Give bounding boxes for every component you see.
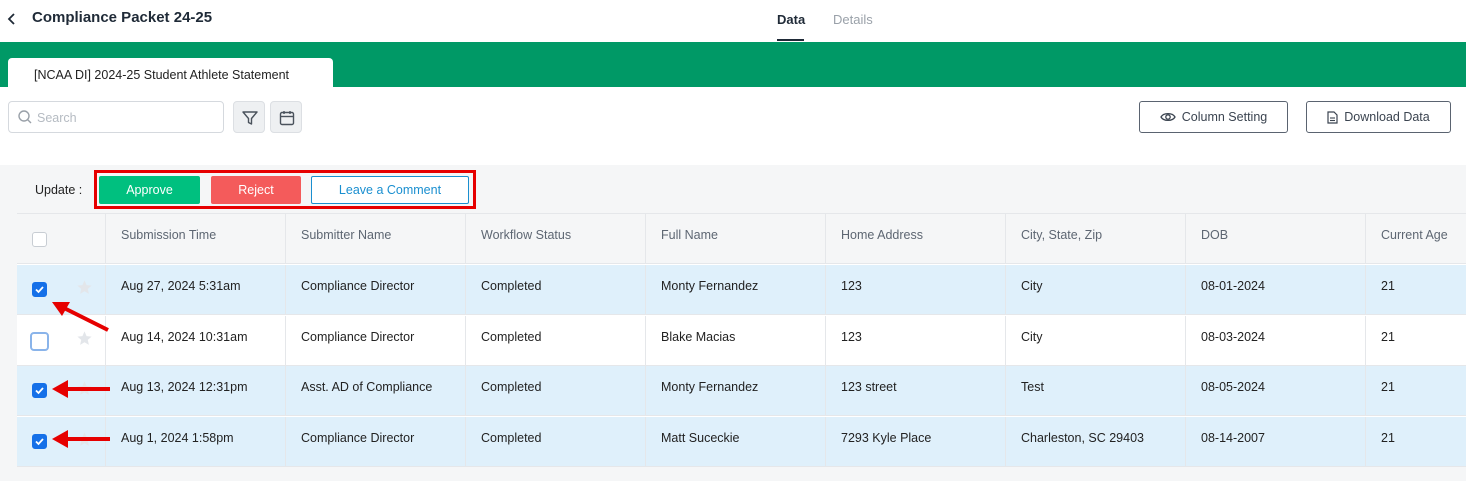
table-row[interactable]: Aug 13, 2024 12:31pm Asst. AD of Complian… <box>17 366 1466 416</box>
table-cell: Asst. AD of Compliance <box>285 366 465 416</box>
table-cell: Completed <box>465 366 645 416</box>
table-row[interactable]: Aug 14, 2024 10:31am Compliance Director C… <box>17 315 1466 366</box>
table-cell: City <box>1005 265 1185 315</box>
table-cell: 123 <box>825 265 1005 315</box>
tab-details[interactable]: Details <box>833 12 873 27</box>
annotation-arrow <box>52 380 110 398</box>
table-cell: 123 street <box>825 366 1005 416</box>
active-tab-underline <box>777 39 804 41</box>
row-checkbox[interactable] <box>32 282 47 297</box>
download-file-icon <box>1327 110 1338 124</box>
column-header[interactable]: Current Age <box>1365 214 1466 264</box>
table-cell: 08-01-2024 <box>1185 265 1365 315</box>
back-chevron-icon[interactable] <box>4 9 20 29</box>
update-label: Update : <box>35 183 83 197</box>
approve-button[interactable]: Approve <box>99 176 200 204</box>
search-input[interactable] <box>37 108 217 128</box>
column-header[interactable]: Submission Time <box>105 214 285 264</box>
column-header[interactable]: Full Name <box>645 214 825 264</box>
column-setting-label: Column Setting <box>1181 110 1268 124</box>
table-cell: Compliance Director <box>285 315 465 366</box>
table-cell: 08-03-2024 <box>1185 315 1365 366</box>
row-checkbox[interactable] <box>32 433 47 449</box>
table-cell: 7293 Kyle Place <box>825 416 1005 467</box>
table-cell: Test <box>1005 366 1185 416</box>
calendar-icon <box>279 111 295 126</box>
table-cell: City <box>1005 315 1185 366</box>
table-cell: Aug 13, 2024 12:31pm <box>105 366 285 416</box>
eye-icon <box>1160 112 1176 122</box>
column-header[interactable]: Submitter Name <box>285 214 465 264</box>
table-cell: Aug 14, 2024 10:31am <box>105 315 285 366</box>
annotation-arrow <box>52 430 110 448</box>
table-cell: 08-05-2024 <box>1185 366 1365 416</box>
column-setting-button[interactable]: Column Setting <box>1139 101 1288 133</box>
table-cell: 21 <box>1365 416 1466 467</box>
table-cell: Monty Fernandez <box>645 366 825 416</box>
annotation-arrow <box>52 302 109 332</box>
table-row[interactable]: Aug 27, 2024 5:31am Compliance Director Co… <box>17 265 1466 315</box>
column-header[interactable]: DOB <box>1185 214 1365 264</box>
search-input-wrapper[interactable] <box>8 101 224 133</box>
row-checkbox[interactable] <box>32 383 47 398</box>
table-cell: 123 <box>825 315 1005 366</box>
table-cell: Completed <box>465 315 645 366</box>
download-data-button[interactable]: Download Data <box>1306 101 1451 133</box>
reject-button[interactable]: Reject <box>211 176 301 204</box>
page-title: Compliance Packet 24-25 <box>32 9 213 26</box>
search-icon <box>18 110 32 124</box>
column-header[interactable]: City, State, Zip <box>1005 214 1185 264</box>
date-filter-button[interactable] <box>270 101 302 133</box>
filter-button[interactable] <box>233 101 265 133</box>
select-all-checkbox[interactable] <box>32 232 47 247</box>
table-cell: Aug 1, 2024 1:58pm <box>105 416 285 467</box>
table-cell: 21 <box>1365 315 1466 366</box>
table-cell: Matt Suceckie <box>645 416 825 467</box>
submissions-table: Submission Time Submitter Name Workflow … <box>17 213 1466 467</box>
table-cell: Compliance Director <box>285 265 465 315</box>
table-cell: Completed <box>465 265 645 315</box>
table-row[interactable]: Aug 1, 2024 1:58pm Compliance Director Com… <box>17 416 1466 467</box>
table-cell: 08-14-2007 <box>1185 416 1365 467</box>
column-header[interactable]: Workflow Status <box>465 214 645 264</box>
table-cell: 21 <box>1365 366 1466 416</box>
table-header: Submission Time Submitter Name Workflow … <box>17 214 1466 264</box>
form-tab[interactable]: [NCAA DI] 2024-25 Student Athlete Statem… <box>8 58 333 88</box>
table-cell: Blake Macias <box>645 315 825 366</box>
row-checkbox[interactable] <box>30 331 49 351</box>
filter-icon <box>242 111 258 125</box>
column-header[interactable]: Home Address <box>825 214 1005 264</box>
table-cell: Compliance Director <box>285 416 465 467</box>
table-cell: 21 <box>1365 265 1466 315</box>
top-bar: Compliance Packet 24-25 Data Details <box>0 0 1466 42</box>
table-cell: Completed <box>465 416 645 467</box>
tab-data[interactable]: Data <box>777 12 805 27</box>
table-cell: Aug 27, 2024 5:31am <box>105 265 285 315</box>
table-cell: Monty Fernandez <box>645 265 825 315</box>
table-cell: Charleston, SC 29403 <box>1005 416 1185 467</box>
download-data-label: Download Data <box>1344 110 1430 124</box>
leave-comment-button[interactable]: Leave a Comment <box>311 176 469 204</box>
